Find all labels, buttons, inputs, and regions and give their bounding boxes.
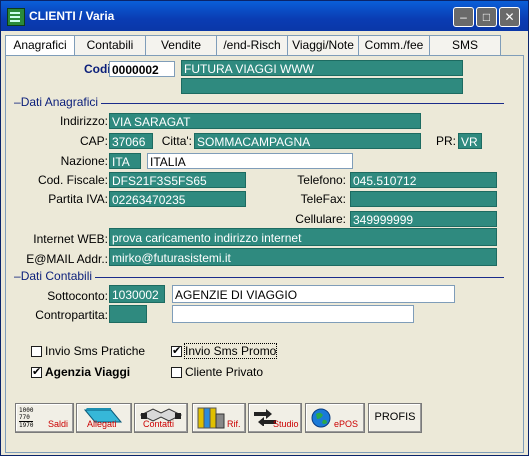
cliente-privato-checkbox[interactable] xyxy=(171,367,182,378)
section-contabili-text: Dati Contabili xyxy=(20,269,93,283)
maximize-button[interactable]: □ xyxy=(476,7,497,27)
main-window: CLIENTI / Varia – □ ✕ Anagrafici Contabi… xyxy=(0,0,529,456)
sms-pratiche-checkbox[interactable] xyxy=(31,346,42,357)
allegati-button[interactable]: Allegati xyxy=(76,403,132,433)
saldi-button-label: Saldi xyxy=(48,419,69,429)
epos-button-label: ePOS xyxy=(334,419,359,429)
anagrafici-panel: Codice: 0000002 FUTURA VIAGGI WWW –Dati … xyxy=(5,55,524,453)
contropartita-label: Contropartita: xyxy=(35,308,108,322)
sms-pratiche-label: Invio Sms Pratiche xyxy=(45,344,146,358)
indirizzo-label: Indirizzo: xyxy=(59,114,108,128)
sottoconto-desc-field[interactable]: AGENZIE DI VIAGGIO xyxy=(172,285,455,303)
tab-bar: Anagrafici Contabili Vendite /end-Risch … xyxy=(5,35,524,56)
email-field[interactable]: mirko@futurasistemi.it xyxy=(109,248,497,266)
profis-button[interactable]: PROFIS xyxy=(368,403,422,433)
email-label: E@MAIL Addr.: xyxy=(26,252,108,266)
profis-button-label: PROFIS xyxy=(374,411,416,423)
telefono-label: Telefono: xyxy=(297,173,346,187)
saldi-digits-2: 770 xyxy=(19,414,30,421)
epos-button[interactable]: ePOS xyxy=(305,403,365,433)
cod-fiscale-field[interactable]: DFS21F3S5FS65 xyxy=(109,172,246,188)
citta-field[interactable]: SOMMACAMPAGNA xyxy=(194,133,421,149)
saldi-button[interactable]: 1000 770 1970 Saldi xyxy=(15,403,74,433)
sottoconto-label: Sottoconto: xyxy=(47,289,108,303)
tab-sms[interactable]: SMS xyxy=(429,35,501,55)
cap-field[interactable]: 37066 xyxy=(109,133,153,149)
saldi-digits-3: 1970 xyxy=(19,421,34,429)
minimize-button[interactable]: – xyxy=(453,7,474,27)
section-title-contabili: –Dati Contabili xyxy=(14,269,96,283)
cliente-privato-label: Cliente Privato xyxy=(185,365,264,379)
section-title-anagrafici: –Dati Anagrafici xyxy=(14,95,102,109)
citta-label: Citta': xyxy=(161,134,192,148)
web-label: Internet WEB: xyxy=(33,232,108,246)
rif-button-label: Rif. xyxy=(227,419,241,429)
allegati-button-label: Allegati xyxy=(87,419,117,429)
cap-label: CAP: xyxy=(79,134,108,148)
nazione-field[interactable]: ITALIA xyxy=(147,153,353,169)
agenzia-viaggi-label: Agenzia Viaggi xyxy=(45,365,131,379)
tab-comm-fee[interactable]: Comm./fee xyxy=(358,35,430,55)
codice-field[interactable]: 0000002 xyxy=(109,61,175,77)
sms-promo-label: Invio Sms Promo xyxy=(183,343,278,359)
studio-button[interactable]: Studio xyxy=(248,403,302,433)
indirizzo-field[interactable]: VIA SARAGAT xyxy=(109,113,421,129)
telefax-label: TeleFax: xyxy=(300,192,346,206)
tab-viaggi-note[interactable]: Viaggi/Note xyxy=(287,35,359,55)
telefax-field[interactable] xyxy=(350,191,497,207)
contatti-button[interactable]: Contatti xyxy=(134,403,188,433)
tab-end-risch[interactable]: /end-Risch xyxy=(216,35,288,55)
tab-vendite[interactable]: Vendite xyxy=(145,35,217,55)
rif-button[interactable]: Rif. xyxy=(192,403,246,433)
contropartita-desc-field[interactable] xyxy=(172,305,414,323)
web-field[interactable]: prova caricamento indirizzo internet xyxy=(109,228,497,246)
contropartita-code-field[interactable] xyxy=(109,305,147,323)
cellulare-field[interactable]: 349999999 xyxy=(350,211,497,227)
tab-anagrafici[interactable]: Anagrafici xyxy=(5,35,75,56)
title-bar[interactable]: CLIENTI / Varia – □ ✕ xyxy=(1,1,528,31)
contatti-button-label: Contatti xyxy=(143,419,175,429)
section-anagrafici-text: Dati Anagrafici xyxy=(20,95,99,109)
close-button[interactable]: ✕ xyxy=(499,7,520,27)
nazione-code-field[interactable]: ITA xyxy=(109,153,141,169)
app-icon xyxy=(7,8,25,26)
partita-iva-label: Partita IVA: xyxy=(48,192,108,206)
cellulare-label: Cellulare: xyxy=(295,212,346,226)
telefono-field[interactable]: 045.510712 xyxy=(350,172,497,188)
agenzia-viaggi-checkbox[interactable] xyxy=(31,365,42,378)
saldi-icon: 1000 770 1970 xyxy=(19,407,34,429)
pr-field[interactable]: VR xyxy=(458,133,482,149)
saldi-digits-1: 1000 xyxy=(19,407,34,414)
nazione-label: Nazione: xyxy=(60,154,108,168)
cod-fiscale-label: Cod. Fiscale: xyxy=(37,173,108,187)
ragione-sociale-field[interactable]: FUTURA VIAGGI WWW xyxy=(181,60,463,76)
globe-icon xyxy=(311,408,331,428)
sottoconto-code-field[interactable]: 1030002 xyxy=(109,285,165,303)
partita-iva-field[interactable]: 02263470235 xyxy=(109,191,246,207)
studio-button-label: Studio xyxy=(273,419,299,429)
tab-contabili[interactable]: Contabili xyxy=(74,35,146,55)
sms-promo-checkbox[interactable] xyxy=(171,344,182,357)
binders-icon xyxy=(197,407,225,429)
window-title: CLIENTI / Varia xyxy=(29,9,115,23)
ragione-sociale-2-field[interactable] xyxy=(181,78,463,94)
pr-label: PR: xyxy=(435,134,456,148)
